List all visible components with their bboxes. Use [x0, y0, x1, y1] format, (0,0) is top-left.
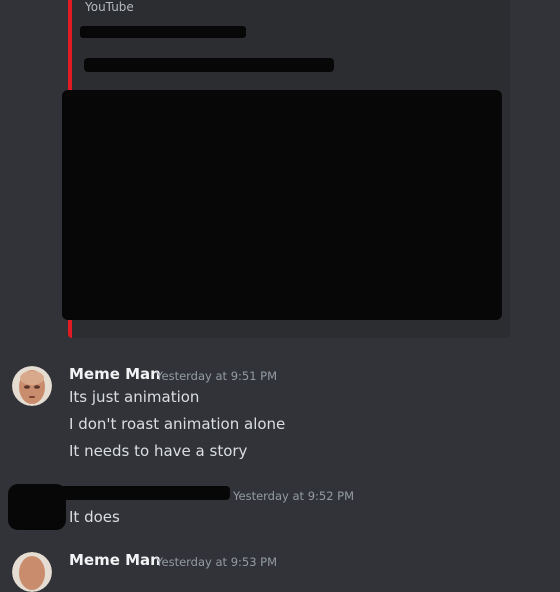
message-text: It does: [69, 508, 120, 526]
message-group: Yesterday at 9:52 PM It does: [0, 480, 560, 540]
redacted-embed-description: [84, 58, 334, 72]
embed-provider[interactable]: YouTube: [85, 0, 134, 14]
message-text: Its just animation: [69, 388, 200, 406]
message-text: I don't roast animation alone: [69, 415, 286, 433]
redacted-embed-video[interactable]: [62, 90, 502, 320]
message-group: Meme Man Yesterday at 9:51 PM Its just a…: [0, 360, 560, 470]
avatar[interactable]: [12, 366, 52, 406]
message-group: Meme Man Yesterday at 9:53 PM: [0, 548, 560, 592]
redacted-embed-title: [80, 26, 246, 38]
youtube-embed[interactable]: YouTube: [62, 0, 510, 338]
timestamp[interactable]: Yesterday at 9:53 PM: [156, 555, 277, 569]
redacted-username[interactable]: [60, 486, 230, 500]
username[interactable]: Meme Man: [69, 365, 161, 383]
avatar[interactable]: [12, 552, 52, 592]
timestamp[interactable]: Yesterday at 9:51 PM: [156, 369, 277, 383]
message-text: It needs to have a story: [69, 442, 248, 460]
username[interactable]: Meme Man: [69, 551, 161, 569]
timestamp[interactable]: Yesterday at 9:52 PM: [233, 489, 354, 503]
redacted-avatar[interactable]: [8, 484, 66, 530]
